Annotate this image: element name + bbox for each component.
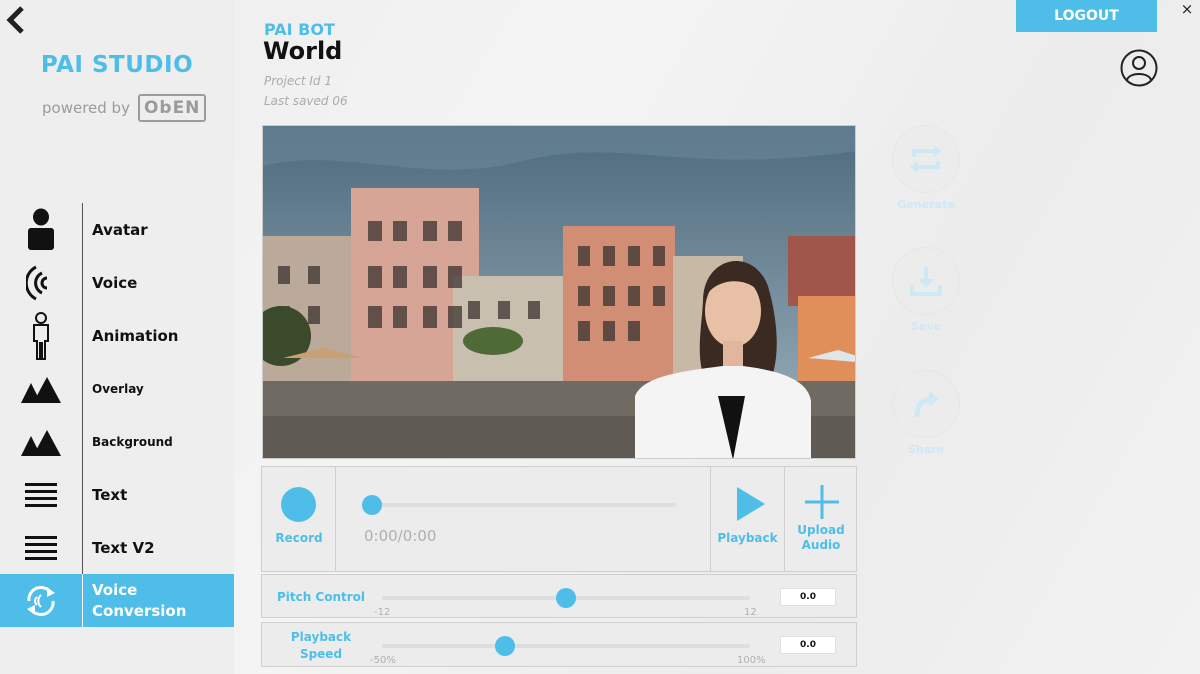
- pitch-max-label: 12: [744, 607, 757, 618]
- sidebar-item-text[interactable]: Text: [0, 468, 234, 521]
- pitch-value-field[interactable]: 0.0: [780, 588, 836, 606]
- voice-icon: [0, 256, 82, 309]
- generate-button[interactable]: Generate: [893, 126, 959, 211]
- sidebar-item-label: Animation: [92, 326, 179, 345]
- save-button[interactable]: Save: [893, 248, 959, 333]
- sidebar-item-voice-conversion[interactable]: Voice Conversion: [0, 574, 234, 627]
- record-button[interactable]: Record: [262, 467, 336, 571]
- share-button[interactable]: Share: [893, 371, 959, 456]
- share-label: Share: [907, 443, 945, 456]
- lines-icon: [0, 468, 82, 521]
- generate-label: Generate: [897, 198, 955, 211]
- pitch-slider-knob[interactable]: [556, 588, 576, 608]
- audio-recorder-panel: Record 0:00/0:00 Playback Upload Audio: [261, 466, 857, 572]
- play-icon: [737, 487, 765, 521]
- share-arrow-icon: [914, 391, 939, 418]
- oben-logo: ObEN: [137, 94, 207, 122]
- sidebar-item-label: Text: [92, 485, 128, 504]
- mountains-icon: [0, 415, 82, 468]
- pitch-control-label: Pitch Control: [276, 590, 366, 604]
- sidebar: PAI STUDIO powered by ObEN Avatar Voice …: [0, 0, 234, 674]
- powered-by: powered by ObEN: [42, 94, 207, 122]
- sidebar-item-overlay[interactable]: Overlay: [0, 362, 234, 415]
- upload-audio-button[interactable]: Upload Audio: [785, 467, 857, 571]
- brand-title: PAI STUDIO: [40, 52, 194, 78]
- speed-min-label: -50%: [370, 655, 396, 666]
- logout-button[interactable]: LOGOUT: [1016, 0, 1157, 32]
- speed-slider-track[interactable]: [382, 644, 750, 648]
- playback-speed-row: Playback Speed -50% 100% 0.0: [261, 622, 857, 667]
- plus-icon: [805, 485, 839, 519]
- animation-icon: [0, 309, 82, 362]
- sidebar-item-label: Voice: [92, 273, 138, 292]
- powered-by-text: powered by: [42, 99, 130, 117]
- record-label: Record: [275, 531, 323, 545]
- repeat-icon: [910, 145, 942, 173]
- speed-max-label: 100%: [737, 655, 766, 666]
- download-icon: [910, 267, 942, 296]
- avatar-preview: [262, 125, 856, 459]
- project-id: Project Id 1: [264, 74, 332, 88]
- pitch-min-label: -12: [374, 607, 391, 618]
- playback-label: Playback: [717, 531, 778, 545]
- speed-slider-knob[interactable]: [494, 636, 515, 656]
- back-arrow-icon[interactable]: [4, 4, 28, 36]
- audio-timeline: 0:00/0:00: [336, 467, 711, 571]
- sidebar-item-label: Voice Conversion: [92, 580, 187, 620]
- sidebar-item-label: Overlay: [92, 381, 144, 396]
- sidebar-item-label: Background: [92, 434, 173, 449]
- timeline-track[interactable]: [366, 503, 676, 507]
- sidebar-item-label: Avatar: [92, 220, 148, 239]
- timeline-time: 0:00/0:00: [364, 527, 437, 545]
- mountains-icon: [0, 362, 82, 415]
- speed-value-field[interactable]: 0.0: [780, 636, 836, 654]
- playback-button[interactable]: Playback: [711, 467, 785, 571]
- record-icon: [281, 487, 316, 522]
- upload-label-line1: Upload: [797, 523, 845, 537]
- last-saved: Last saved 06: [264, 94, 348, 108]
- upload-label-line2: Audio: [801, 538, 841, 552]
- sidebar-item-text-v2[interactable]: Text V2: [0, 521, 234, 574]
- sidebar-item-background[interactable]: Background: [0, 415, 234, 468]
- voice-conversion-icon: [0, 574, 82, 627]
- timeline-scrubber[interactable]: [362, 495, 382, 515]
- avatar-icon: [0, 203, 82, 256]
- playback-speed-label-line2: Speed: [299, 647, 343, 661]
- close-icon[interactable]: ×: [1178, 0, 1196, 18]
- lines-icon: [0, 521, 82, 574]
- sidebar-item-label: Text V2: [92, 538, 155, 557]
- playback-speed-label-line1: Playback: [290, 630, 352, 644]
- page-title: World: [263, 37, 343, 65]
- user-profile-icon[interactable]: [1120, 49, 1158, 87]
- save-label: Save: [911, 320, 941, 333]
- preview-scene: [263, 126, 855, 458]
- sidebar-item-avatar[interactable]: Avatar: [0, 203, 234, 256]
- sidebar-item-animation[interactable]: Animation: [0, 309, 234, 362]
- sidebar-item-voice[interactable]: Voice: [0, 256, 234, 309]
- sidebar-nav: Avatar Voice Animation Overlay Backgroun…: [0, 203, 234, 627]
- pitch-control-row: Pitch Control -12 12 0.0: [261, 574, 857, 618]
